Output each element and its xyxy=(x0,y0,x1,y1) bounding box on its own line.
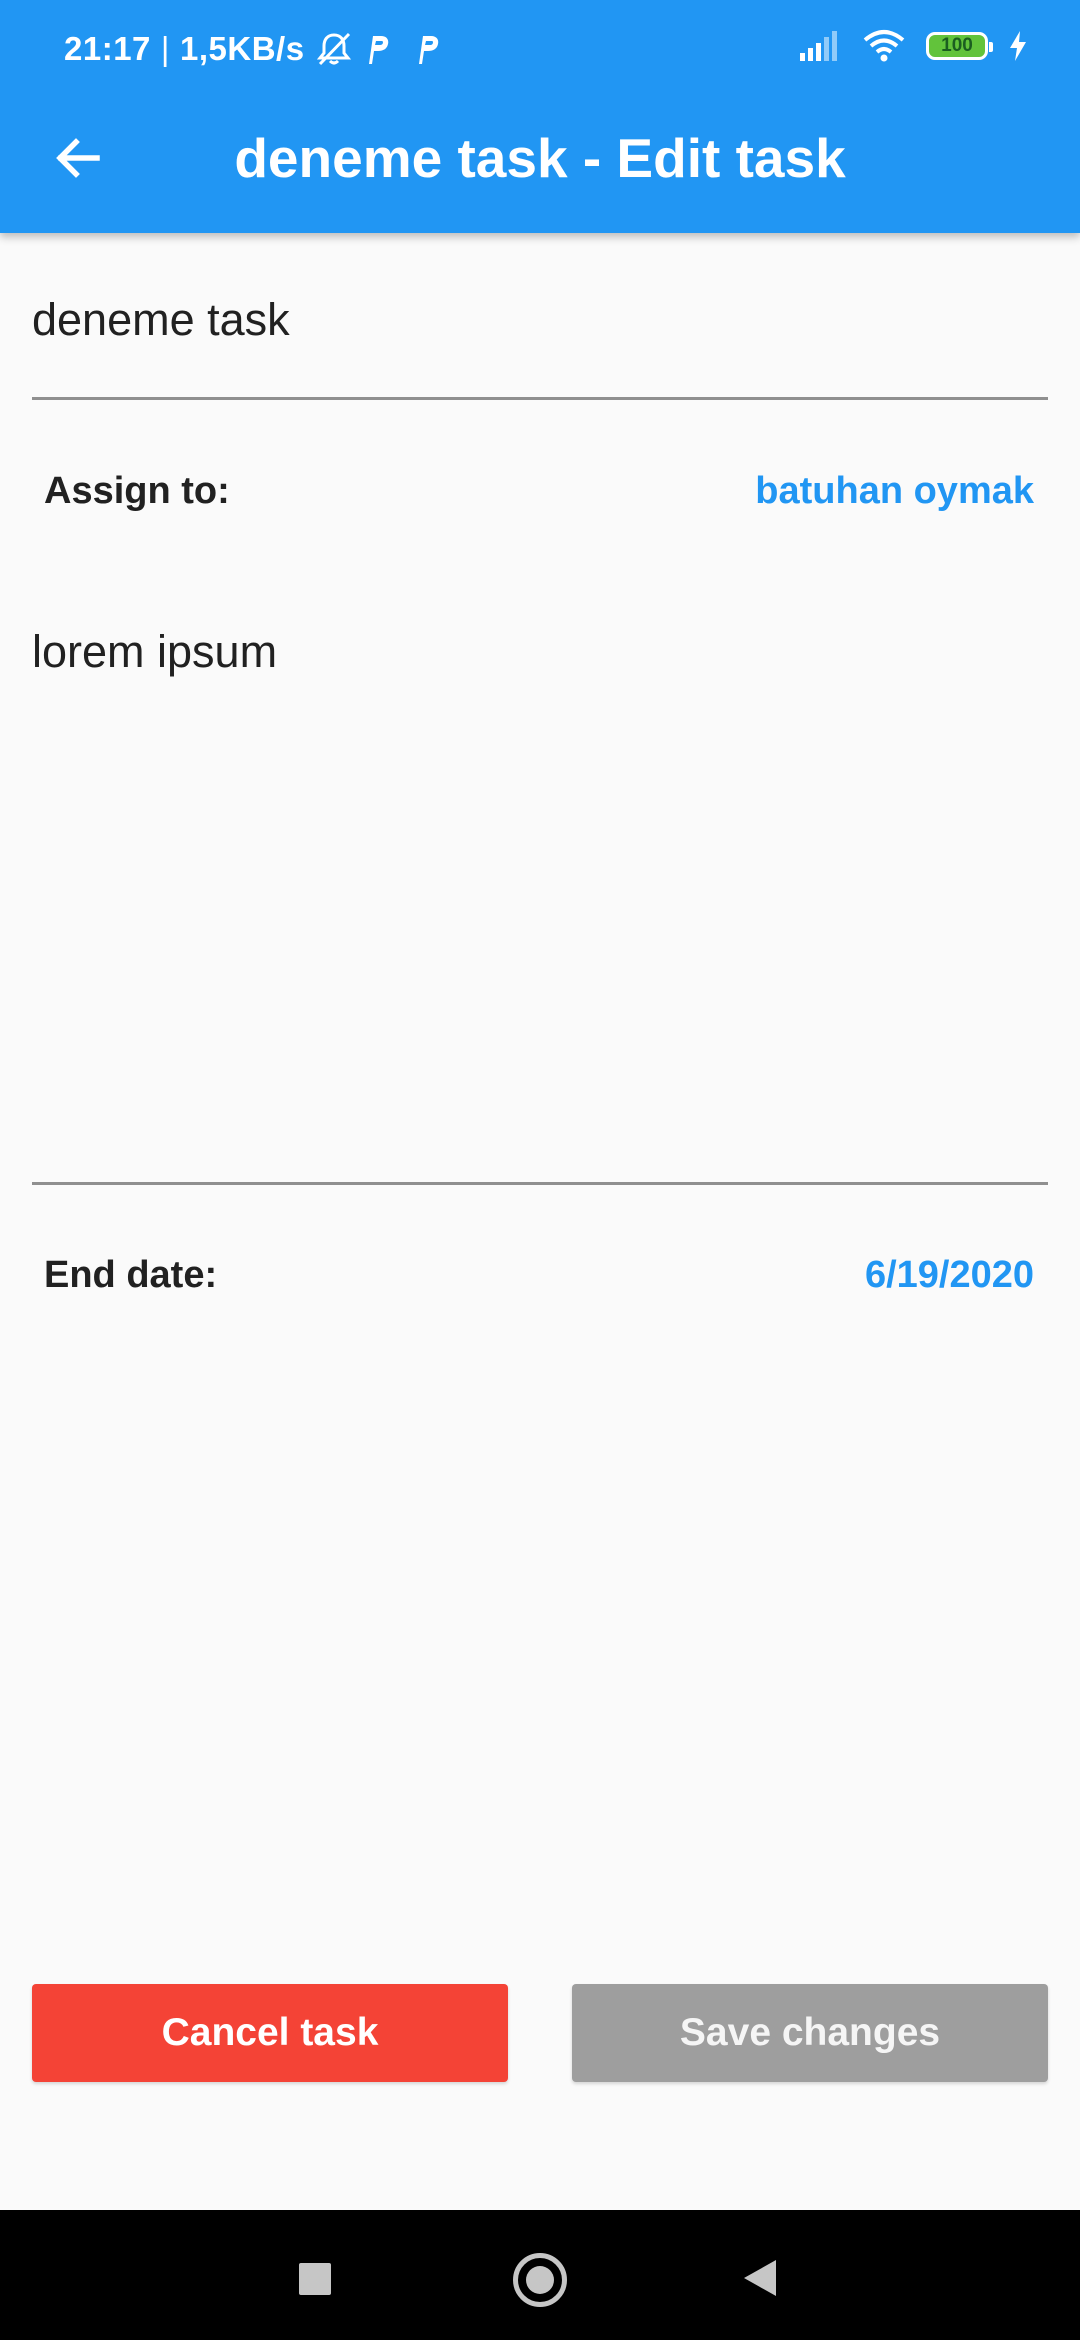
signal-icon xyxy=(800,31,837,61)
end-date-link[interactable]: 6/19/2020 xyxy=(865,1254,1034,1297)
p-app-icon xyxy=(368,36,388,64)
end-date-row: End date: 6/19/2020 xyxy=(44,1254,1034,1297)
assign-label: Assign to: xyxy=(44,470,230,512)
charging-icon xyxy=(1010,31,1026,61)
home-icon[interactable] xyxy=(513,2253,567,2307)
system-nav-bar xyxy=(0,2210,1080,2340)
description-underline xyxy=(32,1182,1048,1185)
status-separator: | xyxy=(160,30,170,67)
description-field[interactable]: lorem ipsum xyxy=(32,622,1048,1185)
network-speed: 1,5KB/s xyxy=(179,30,305,67)
task-name-input[interactable]: deneme task xyxy=(32,290,1048,350)
mute-icon xyxy=(316,32,351,66)
p-app-icon xyxy=(418,36,438,64)
assign-row: Assign to: batuhan oymak xyxy=(44,470,1034,513)
save-changes-button[interactable]: Save changes xyxy=(572,1984,1048,2082)
wifi-icon xyxy=(863,30,905,62)
status-bar: 21:17 | 1,5KB/s 100 xyxy=(0,0,1080,100)
status-time: 21:17 xyxy=(64,30,151,67)
end-date-label: End date: xyxy=(44,1254,218,1296)
page-title: deneme task - Edit task xyxy=(234,127,846,189)
battery-icon: 100 xyxy=(926,32,993,60)
app-bar: 21:17 | 1,5KB/s 100 deneme task - Edit t… xyxy=(0,0,1080,233)
task-name-underline xyxy=(32,397,1048,400)
description-input[interactable]: lorem ipsum xyxy=(32,622,1048,682)
cancel-task-button[interactable]: Cancel task xyxy=(32,1984,508,2082)
assignee-link[interactable]: batuhan oymak xyxy=(755,470,1034,513)
back-icon[interactable] xyxy=(742,2258,778,2298)
battery-level: 100 xyxy=(941,35,973,56)
recent-apps-icon[interactable] xyxy=(299,2263,331,2295)
task-name-field[interactable]: deneme task xyxy=(32,290,1048,400)
